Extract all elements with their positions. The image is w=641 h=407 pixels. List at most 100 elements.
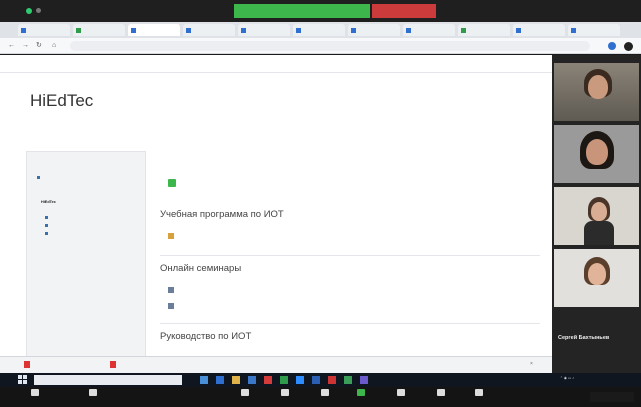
nav-item-current[interactable]: HiEdTec [41,200,56,204]
excel-icon[interactable] [344,376,352,384]
browser-tab[interactable] [18,24,70,36]
task-view-icon[interactable] [200,376,208,384]
windows-start-icon[interactable] [18,375,28,385]
home-icon[interactable]: ⌂ [52,41,56,50]
participant-tile[interactable] [554,125,639,183]
url-field[interactable] [70,41,590,51]
zoom-share-bar [0,0,641,22]
folder-icon [168,233,174,239]
page-title: HiEdTec [30,91,94,110]
participant-body [584,221,614,245]
activity-link[interactable] [168,233,178,239]
site-navbar [0,55,552,73]
bullet-icon [45,224,48,227]
store-icon[interactable] [248,376,256,384]
nav-item[interactable] [45,224,50,227]
mute-button[interactable] [18,389,52,398]
security-button[interactable] [228,389,262,398]
reload-icon[interactable]: ↻ [36,41,42,50]
teams-icon[interactable] [360,376,368,384]
reactions-button[interactable] [462,389,496,398]
edge-icon[interactable] [216,376,224,384]
profile-avatar[interactable] [624,42,633,51]
shield-icon [241,389,249,396]
view-options-icon[interactable] [36,8,41,13]
nav-item[interactable] [45,216,50,219]
browser-tab-strip [0,22,641,38]
participant-face [588,263,606,285]
share-screen-button[interactable] [346,389,376,398]
nav-item[interactable] [37,176,42,179]
section-divider [160,323,540,324]
browser-tab[interactable] [238,24,290,36]
address-bar: ← → ↻ ⌂ [0,38,641,54]
system-tray[interactable]: ⌃ ◉ ▭ ♪ [560,376,574,380]
participant-face [588,75,608,99]
taskbar-search-input[interactable] [34,375,182,385]
activity-link[interactable] [168,287,178,293]
participant-tile[interactable] [554,63,639,121]
extension-icon[interactable] [608,42,616,50]
word-icon[interactable] [312,376,320,384]
favicon-icon [571,27,576,33]
favicon-icon [461,27,466,33]
end-meeting-button[interactable] [590,392,634,402]
pdf-app-icon[interactable] [328,376,336,384]
file-explorer-icon[interactable] [232,376,240,384]
back-icon[interactable]: ← [8,41,15,50]
favicon-icon [351,27,356,33]
record-button[interactable] [384,389,418,398]
browser-tab[interactable] [458,24,510,36]
active-speaker-name: Сергей Бахтыньев [558,335,610,341]
chrome-icon[interactable] [280,376,288,384]
forward-icon[interactable]: → [22,41,29,50]
nav-item[interactable] [45,232,50,235]
browser-tab[interactable] [403,24,455,36]
forum-icon [168,179,176,187]
participant-face [591,202,607,221]
browser-tab[interactable] [293,24,345,36]
stop-share-button[interactable] [372,4,436,18]
chat-button[interactable] [308,389,342,398]
download-shelf: × [0,356,552,373]
connection-status-icon [26,8,32,14]
windows-taskbar: ⌃ ◉ ▭ ♪ [0,373,641,387]
video-button[interactable] [76,389,110,398]
record-icon [397,389,405,396]
chat-icon [321,389,329,396]
browser-tab[interactable] [183,24,235,36]
section-title: Учебная программа по ИОТ [160,209,284,220]
sharing-indicator [234,4,370,18]
breakout-button[interactable] [424,389,458,398]
activity-link[interactable] [168,303,178,309]
breakout-icon [437,389,445,396]
favicon-icon [296,27,301,33]
browser-tab-active[interactable] [128,24,180,36]
file-icon [168,287,174,293]
app-icon[interactable] [264,376,272,384]
navigation-block: HiEdTec [26,151,146,373]
browser-tab[interactable] [568,24,620,36]
browser-tab[interactable] [513,24,565,36]
pdf-icon [110,361,116,368]
browser-tab[interactable] [348,24,400,36]
section-divider [160,255,540,256]
participants-button[interactable] [268,389,302,398]
participant-tile[interactable] [554,249,639,307]
browser-tab[interactable] [73,24,125,36]
download-item[interactable] [110,361,119,368]
nav-item-label: HiEdTec [41,200,56,204]
download-item[interactable] [24,361,33,368]
favicon-icon [516,27,521,33]
section-title: Руководство по ИОТ [160,331,252,342]
file-icon [168,303,174,309]
close-shelf-icon[interactable]: × [530,361,533,367]
bullet-icon [45,216,48,219]
zoom-app-icon[interactable] [296,376,304,384]
share-screen-icon [357,389,365,396]
participant-tile[interactable] [554,187,639,245]
bullet-icon [45,232,48,235]
pdf-icon [24,361,30,368]
web-page: HiEdTec HiEdTec Учебная программа по ИОТ… [0,55,552,373]
screen: ← → ↻ ⌂ HiEdTec HiEdTec Учебная программ… [0,0,641,407]
